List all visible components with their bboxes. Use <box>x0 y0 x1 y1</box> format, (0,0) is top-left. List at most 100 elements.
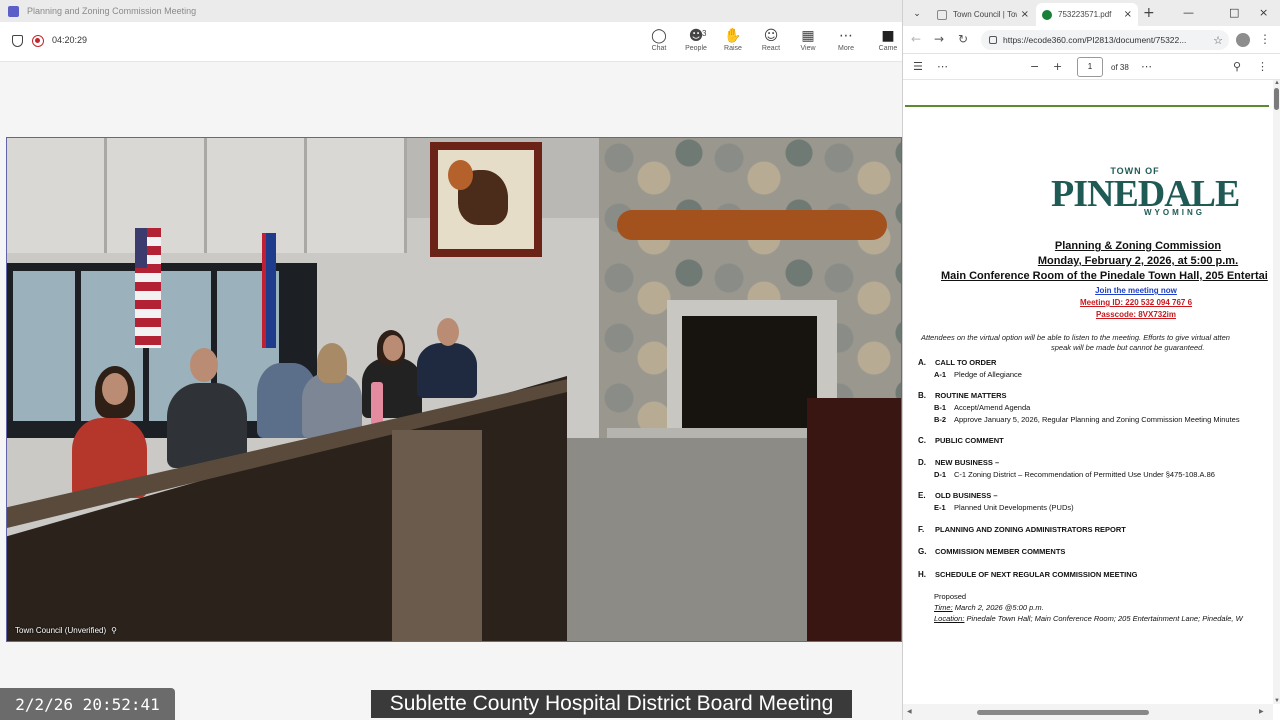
more-button[interactable]: ⋯ More <box>827 28 865 56</box>
broadcast-caption: Sublette County Hospital District Board … <box>371 690 852 718</box>
meeting-passcode: Passcode: 8VX732im <box>1095 310 1177 319</box>
agenda-item-b2: B-2 Approve January 5, 2026, Regular Plan… <box>934 415 1240 424</box>
agenda-section-c: C. PUBLIC COMMENT <box>918 436 1004 445</box>
people-count: 3 <box>702 29 707 38</box>
more-options-icon[interactable]: ⋯ <box>937 60 948 73</box>
forward-icon[interactable]: → <box>934 32 944 46</box>
person-head <box>190 348 218 382</box>
agenda-item-a1: A-1 Pledge of Allegiance <box>934 370 1022 379</box>
virtual-attendance-note-cont: speak will be made but cannot be guarant… <box>1051 343 1205 352</box>
desk-stone-front <box>392 430 482 641</box>
agenda-heading-location: Main Conference Room of the Pinedale Tow… <box>941 270 1268 282</box>
header-rule <box>905 105 1269 107</box>
react-button[interactable]: ☺ React <box>752 28 790 56</box>
browser-window: ⌄ Town Council | Tow × 753223571.pdf × +… <box>902 0 1280 720</box>
more-tools-icon[interactable]: ⋯ <box>1141 60 1152 73</box>
agenda-section-g: G. COMMISSION MEMBER COMMENTS <box>918 547 1066 556</box>
tab-town-council[interactable]: Town Council | Tow × <box>931 3 1035 26</box>
pinedale-logo: TOWN OF PINEDALE WYOMING <box>1051 166 1240 217</box>
acoustic-panel <box>307 138 407 253</box>
menu-dots-icon[interactable]: ⋮ <box>1259 32 1271 46</box>
address-bar[interactable]: https://ecode360.com/PI2813/document/753… <box>981 30 1229 50</box>
page-count: of 38 <box>1111 63 1129 72</box>
zoom-out-icon[interactable]: − <box>1030 60 1039 73</box>
horizontal-scroll-thumb[interactable] <box>977 710 1149 715</box>
wood-mantel <box>617 210 887 240</box>
ecode-favicon-icon <box>1042 9 1052 20</box>
agenda-item-e1: E-1 Planned Unit Developments (PUDs) <box>934 503 1074 512</box>
raise-hand-button[interactable]: ✋ Raise <box>714 28 752 56</box>
refresh-icon[interactable]: ↻ <box>958 32 968 46</box>
camera-button[interactable]: ■ Came <box>874 28 902 56</box>
firebox <box>682 316 817 431</box>
vertical-scrollbar[interactable]: ▲ ▼ <box>1273 80 1280 704</box>
people-button[interactable]: ☻ 3 People <box>677 28 715 56</box>
star-icon[interactable]: ☆ <box>1213 34 1223 47</box>
pdf-page[interactable]: TOWN OF PINEDALE WYOMING Planning & Zoni… <box>903 80 1273 704</box>
zoom-in-icon[interactable]: + <box>1053 60 1062 73</box>
back-icon[interactable]: ← <box>911 32 921 46</box>
tab-pdf-document[interactable]: 753223571.pdf × <box>1036 3 1138 26</box>
close-tab-icon[interactable]: × <box>1124 9 1132 20</box>
search-icon[interactable]: ⚲ <box>1233 60 1241 73</box>
virtual-attendance-note: Attendees on the virtual option will be … <box>921 333 1230 342</box>
agenda-item-d1: D-1 C-1 Zoning District – Recommendation … <box>934 470 1215 479</box>
person <box>417 343 477 398</box>
proposed-time: Time: March 2, 2026 @5:00 p.m. <box>934 603 1044 612</box>
shield-icon[interactable] <box>12 35 23 47</box>
us-flag <box>135 228 161 348</box>
camera-off-icon: ■ <box>881 28 895 44</box>
hand-icon: ✋ <box>724 28 742 44</box>
person-head <box>102 373 128 405</box>
agenda-section-f: F. PLANNING AND ZONING ADMINISTRATORS REP… <box>918 525 1126 534</box>
vertical-scroll-thumb[interactable] <box>1274 88 1279 110</box>
pin-icon[interactable]: ⚲ <box>111 626 117 635</box>
outline-icon[interactable]: ☰ <box>913 60 923 73</box>
horizontal-scrollbar[interactable]: ◀ ▶ <box>903 704 1273 720</box>
scroll-right-arrow-icon[interactable]: ▶ <box>1259 708 1264 715</box>
browser-nav-bar: ← → ↻ https://ecode360.com/PI2813/docume… <box>903 26 1280 54</box>
profile-avatar[interactable] <box>1236 33 1250 47</box>
agenda-heading-date: Monday, February 2, 2026, at 5:00 p.m. <box>1037 255 1239 267</box>
join-meeting-link[interactable]: Join the meeting now <box>903 286 1273 295</box>
settings-dots-icon[interactable]: ⋮ <box>1257 60 1268 73</box>
page-number-input[interactable]: 1 <box>1077 57 1103 77</box>
new-tab-icon[interactable]: + <box>1143 5 1155 21</box>
agenda-heading-commission: Planning & Zoning Commission <box>1054 240 1222 252</box>
grid-view-icon: ▦ <box>801 28 815 44</box>
tile-participant-label: Town Council (Unverified) ⚲ <box>15 626 118 635</box>
minimize-icon[interactable]: — <box>1183 6 1194 19</box>
framed-painting <box>430 142 542 257</box>
agenda-section-e: E. OLD BUSINESS – <box>918 491 998 500</box>
window-pane <box>13 271 75 421</box>
broadcast-timestamp: 2/2/26 20:52:41 <box>0 688 175 720</box>
tab-list-icon[interactable]: ⌄ <box>909 6 925 20</box>
meeting-timer: 04:20:29 <box>52 35 88 45</box>
teams-title-bar: Planning and Zoning Commission Meeting <box>0 0 902 22</box>
maximize-icon[interactable]: □ <box>1229 6 1239 19</box>
chat-button[interactable]: ◯ Chat <box>640 28 678 56</box>
view-button[interactable]: ▦ View <box>789 28 827 56</box>
proposed-location: Location: Pinedale Town Hall; Main Confe… <box>934 614 1243 623</box>
close-window-icon[interactable]: × <box>1259 6 1268 19</box>
agenda-section-h: H. SCHEDULE OF NEXT REGULAR COMMISSION ME… <box>918 570 1138 579</box>
smiley-icon: ☺ <box>763 28 779 44</box>
person-head <box>437 318 459 346</box>
teams-app-icon <box>8 5 19 17</box>
scroll-left-arrow-icon[interactable]: ◀ <box>907 708 912 715</box>
site-info-icon[interactable] <box>989 36 997 44</box>
close-tab-icon[interactable]: × <box>1021 9 1029 20</box>
person-hair <box>317 343 347 383</box>
scroll-down-arrow-icon[interactable]: ▼ <box>1273 698 1280 704</box>
agenda-item-b1: B-1 Accept/Amend Agenda <box>934 403 1031 412</box>
pdf-toolbar: ☰ ⋯ − + 1 of 38 ⋯ ⚲ ⋮ <box>903 54 1280 80</box>
participant-video-tile[interactable]: Town Council (Unverified) ⚲ <box>6 137 902 642</box>
page-favicon-icon <box>937 9 947 20</box>
teams-meeting-window: Planning and Zoning Commission Meeting 0… <box>0 0 902 720</box>
meeting-id: Meeting ID: 220 532 094 767 6 <box>1079 298 1193 307</box>
meeting-toolbar: 04:20:29 ◯ Chat ☻ 3 People ✋ Raise ☺ Rea… <box>0 22 902 62</box>
browser-tab-bar: ⌄ Town Council | Tow × 753223571.pdf × +… <box>903 0 1280 26</box>
person-head <box>383 335 403 361</box>
wyoming-flag <box>262 233 276 348</box>
scroll-up-arrow-icon[interactable]: ▲ <box>1273 80 1280 86</box>
